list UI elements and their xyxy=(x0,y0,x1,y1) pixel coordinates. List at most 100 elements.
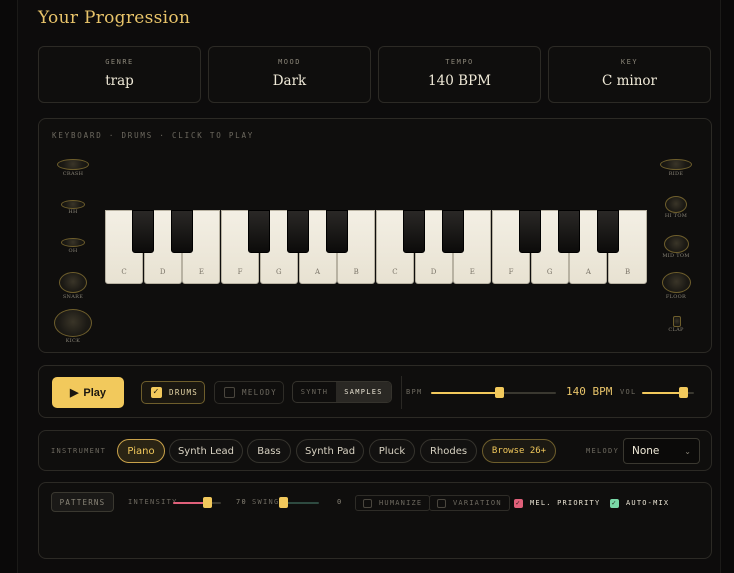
kick-label: KICK xyxy=(65,338,81,344)
play-button[interactable]: ▶ Play xyxy=(52,377,124,408)
mood-label: MOOD xyxy=(278,58,301,66)
key-label-a2: A xyxy=(585,268,591,276)
transport-panel: ▶ Play ✓ DRUMS MELODY SYNTH SAMPLES BPM … xyxy=(38,365,712,418)
volume-slider-fill xyxy=(642,392,683,394)
intensity-slider-thumb[interactable] xyxy=(202,497,212,508)
variation-toggle[interactable]: VARIATION xyxy=(429,495,510,511)
volume-slider[interactable] xyxy=(642,387,694,398)
drums-toggle[interactable]: ✓ DRUMS xyxy=(141,381,205,404)
instrument-piano[interactable]: Piano xyxy=(117,439,165,463)
open-hat-pad[interactable] xyxy=(61,238,85,247)
black-key-gs[interactable] xyxy=(287,210,309,253)
hihat-pad[interactable] xyxy=(61,200,85,209)
black-key-ds[interactable] xyxy=(171,210,193,253)
mood-value: Dark xyxy=(272,73,307,89)
key-label-d: D xyxy=(159,268,166,276)
mel-priority-toggle[interactable]: ✓ MEL. PRIORITY xyxy=(507,495,607,511)
bpm-label: BPM xyxy=(406,388,423,396)
key-label-e2: E xyxy=(469,268,475,276)
humanize-checkbox[interactable] xyxy=(363,498,372,508)
black-key-gs2[interactable] xyxy=(558,210,580,253)
key-label-f2: F xyxy=(508,268,514,276)
intensity-slider[interactable] xyxy=(173,497,221,508)
intensity-label: INTENSITY xyxy=(128,498,178,506)
melody-select-value: None xyxy=(632,445,660,457)
sound-source-toggle: SYNTH SAMPLES xyxy=(292,381,392,403)
mid-tom-pad[interactable] xyxy=(664,235,689,253)
tempo-card: TEMPO 140 BPM xyxy=(378,46,541,103)
bpm-slider-thumb[interactable] xyxy=(494,387,504,398)
melody-checkbox[interactable] xyxy=(224,387,235,398)
floor-tom-pad[interactable] xyxy=(662,272,691,293)
clap-label: CLAP xyxy=(668,327,684,333)
auto-mix-checkbox[interactable]: ✓ xyxy=(610,498,619,508)
mel-priority-checkbox[interactable]: ✓ xyxy=(514,498,523,508)
keyboard-title: KEYBOARD · DRUMS · CLICK TO PLAY xyxy=(52,131,255,140)
play-label: Play xyxy=(83,386,107,399)
crash-pad[interactable] xyxy=(57,159,89,170)
instrument-bass[interactable]: Bass xyxy=(247,439,291,463)
hihat-label: HH xyxy=(68,209,78,215)
mel-priority-label: MEL. PRIORITY xyxy=(530,499,601,507)
key-label-d2: D xyxy=(430,268,437,276)
genre-value: trap xyxy=(105,73,134,89)
black-key-cs[interactable] xyxy=(132,210,154,253)
humanize-toggle[interactable]: HUMANIZE xyxy=(355,495,431,511)
black-key-cs2[interactable] xyxy=(403,210,425,253)
mid-tom-label: MID TOM xyxy=(662,253,690,259)
floor-tom-label: FLOOR xyxy=(665,294,687,300)
key-label-a: A xyxy=(314,268,321,276)
snare-pad[interactable] xyxy=(59,272,87,293)
open-hat-label: OH xyxy=(68,248,78,254)
drums-label: DRUMS xyxy=(169,388,199,397)
tempo-value: 140 BPM xyxy=(428,73,491,89)
intensity-slider-fill xyxy=(173,502,207,504)
key-label-g: G xyxy=(276,268,282,276)
variation-label: VARIATION xyxy=(453,499,502,507)
piano-keyboard: C D E F G A B C D E F G A B xyxy=(105,210,648,284)
melody-select[interactable]: None ⌄ xyxy=(623,438,700,464)
key-label-f: F xyxy=(237,268,243,276)
variation-checkbox[interactable] xyxy=(437,498,446,508)
key-card: KEY C minor xyxy=(548,46,711,103)
key-label-c: C xyxy=(121,268,127,276)
auto-mix-toggle[interactable]: ✓ AUTO-MIX xyxy=(603,495,676,511)
patterns-panel: PATTERNS INTENSITY 70 SWING 0 HUMANIZE V… xyxy=(38,482,712,559)
volume-slider-thumb[interactable] xyxy=(678,387,688,398)
key-label-g2: G xyxy=(546,268,553,276)
black-key-ds2[interactable] xyxy=(442,210,464,253)
swing-slider-thumb[interactable] xyxy=(279,497,288,508)
key-label-e: E xyxy=(198,268,204,276)
key-value: C minor xyxy=(601,73,657,89)
swing-slider[interactable] xyxy=(279,497,319,508)
browse-instruments-button[interactable]: Browse 26+ xyxy=(482,439,556,463)
synth-option[interactable]: SYNTH xyxy=(293,382,336,402)
swing-label: SWING xyxy=(252,498,280,506)
bpm-slider[interactable] xyxy=(431,387,556,398)
samples-option[interactable]: SAMPLES xyxy=(336,382,391,402)
black-key-as2[interactable] xyxy=(597,210,619,253)
clap-pad[interactable] xyxy=(673,316,681,327)
drums-checkbox[interactable]: ✓ xyxy=(151,387,162,398)
black-key-as[interactable] xyxy=(326,210,348,253)
hi-tom-pad[interactable] xyxy=(665,196,687,213)
melody-toggle[interactable]: MELODY xyxy=(214,381,284,404)
key-label-b2: B xyxy=(625,268,631,276)
ride-pad[interactable] xyxy=(660,159,692,170)
black-key-fs[interactable] xyxy=(248,210,270,253)
keyboard-panel: KEYBOARD · DRUMS · CLICK TO PLAY CRASH H… xyxy=(38,118,712,353)
kick-pad[interactable] xyxy=(54,309,92,337)
instrument-pluck[interactable]: Pluck xyxy=(369,439,415,463)
crash-label: CRASH xyxy=(62,171,84,177)
auto-mix-label: AUTO-MIX xyxy=(626,499,670,507)
black-key-fs2[interactable] xyxy=(519,210,541,253)
chevron-down-icon: ⌄ xyxy=(684,446,691,456)
hi-tom-label: HI TOM xyxy=(664,213,688,219)
patterns-button[interactable]: PATTERNS xyxy=(51,492,114,512)
divider xyxy=(401,376,402,409)
instrument-rhodes[interactable]: Rhodes xyxy=(420,439,477,463)
instrument-synth-lead[interactable]: Synth Lead xyxy=(169,439,243,463)
genre-card: GENRE trap xyxy=(38,46,201,103)
tempo-label: TEMPO xyxy=(445,58,474,66)
instrument-synth-pad[interactable]: Synth Pad xyxy=(296,439,364,463)
